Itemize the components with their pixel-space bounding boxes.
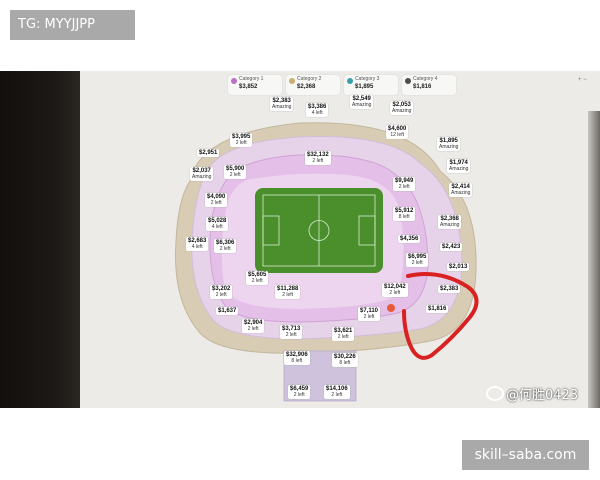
price-pill[interactable]: $1,637 <box>216 307 239 315</box>
weibo-watermark: @何胜0423 <box>486 384 578 403</box>
price-pill[interactable]: $2,013 <box>447 263 470 271</box>
price-pill[interactable]: $2,368 Amazing <box>438 215 462 229</box>
price-pill[interactable]: $12,042 2 left <box>382 283 408 297</box>
photo-frame: Category 1 $3,852 Category 2 $2,368 Cate… <box>0 71 600 408</box>
price-pill[interactable]: $3,386 4 left <box>306 103 329 117</box>
price-pill[interactable]: $2,549 Amazing <box>350 95 374 109</box>
price-pill[interactable]: $2,037 Amazing <box>190 167 214 181</box>
price-pill[interactable]: $6,306 2 left <box>214 239 237 253</box>
watermark-top: TG: MYYJJPP <box>10 10 135 40</box>
price-pill[interactable]: $6,459 2 left <box>288 385 311 399</box>
price-pill[interactable]: $4,600 12 left <box>386 125 409 139</box>
price-pill[interactable]: $2,683 4 left <box>186 237 209 251</box>
weibo-logo-icon <box>486 386 504 401</box>
weibo-handle: @何胜0423 <box>506 388 579 403</box>
price-pill[interactable]: $2,053 Amazing <box>390 101 414 115</box>
price-pill[interactable]: $3,995 2 left <box>230 133 253 147</box>
price-pill[interactable]: $5,605 2 left <box>246 271 269 285</box>
price-pill[interactable]: $32,906 8 left <box>284 351 310 365</box>
price-pill[interactable]: $2,904 2 left <box>242 319 265 333</box>
price-pill[interactable]: $32,132 2 left <box>305 151 331 165</box>
price-pill[interactable]: $2,951 <box>197 149 220 157</box>
price-pill[interactable]: $2,383 Amazing <box>270 97 294 111</box>
price-pill[interactable]: $2,423 <box>440 243 463 251</box>
price-pill[interactable]: $3,713 2 left <box>280 325 303 339</box>
price-pill[interactable]: $4,090 2 left <box>205 193 228 207</box>
price-pill[interactable]: $7,110 2 left <box>358 307 381 321</box>
price-pill[interactable]: $2,383 <box>438 285 461 293</box>
price-pill[interactable]: $5,900 2 left <box>224 165 247 179</box>
price-pill[interactable]: $1,974 Amazing <box>447 159 471 173</box>
price-pill[interactable]: $11,288 2 left <box>275 285 301 299</box>
price-pill[interactable]: $6,995 2 left <box>406 253 429 267</box>
price-pill[interactable]: $3,202 2 left <box>210 285 233 299</box>
price-pill[interactable]: $4,356 <box>398 235 421 243</box>
price-pill[interactable]: $3,621 2 left <box>332 327 355 341</box>
price-pill[interactable]: $2,414 Amazing <box>449 183 473 197</box>
price-pill[interactable]: $9,949 2 left <box>393 177 416 191</box>
price-pill[interactable]: $1,816 <box>426 305 449 313</box>
price-pill[interactable]: $5,912 8 left <box>393 207 416 221</box>
location-pin-icon[interactable] <box>387 304 395 312</box>
price-pill[interactable]: $1,895 Amazing <box>437 137 461 151</box>
price-pill[interactable]: $5,028 4 left <box>206 217 229 231</box>
watermark-bottom: skill–saba.com <box>462 440 589 470</box>
price-pill[interactable]: $30,226 8 left <box>332 353 358 367</box>
price-pill[interactable]: $14,106 2 left <box>324 385 350 399</box>
